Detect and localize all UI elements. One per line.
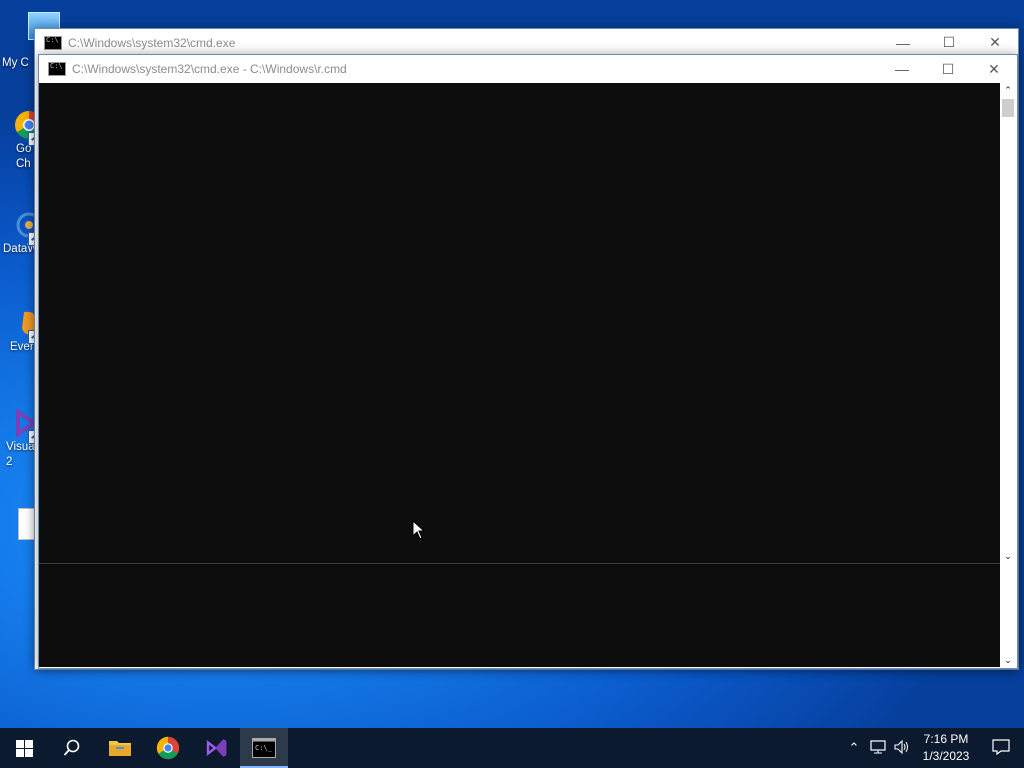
taskbar: C:\_ ⌃ 7:16 PM 1/3/2023 [0,728,1024,768]
search-button[interactable] [48,728,96,768]
svg-text:C:\_: C:\_ [255,744,273,752]
scroll-down-arrow-icon[interactable]: ⌄ [1000,653,1016,667]
scroll-thumb[interactable] [1002,99,1014,117]
folder-icon [109,741,131,756]
cmd-window-front[interactable]: C:\Windows\system32\cmd.exe - C:\Windows… [38,54,1018,669]
cmd-icon: C:\_ [252,738,276,758]
minimize-button[interactable]: — [879,56,925,83]
clock[interactable]: 7:16 PM 1/3/2023 [914,731,978,765]
maximize-icon: ☐ [941,60,955,77]
volume-icon[interactable] [890,739,914,757]
start-button[interactable] [0,728,48,768]
minimize-icon: — [896,34,910,51]
maximize-button[interactable]: ☐ [926,29,972,56]
chevron-up-icon[interactable]: ⌃ [842,740,866,756]
scroll-down-arrow-icon[interactable]: ⌄ [1000,549,1016,563]
taskbar-chrome[interactable] [144,728,192,768]
chrome-icon [156,736,180,760]
windows-logo-icon [15,739,33,757]
minimize-icon: — [895,61,909,77]
desktop: { "desktop": { "icons": [ {"label": "My … [0,0,1024,768]
cmd-icon [44,35,62,50]
close-icon: ✕ [988,60,1000,77]
close-button[interactable]: ✕ [971,56,1017,83]
minimize-button[interactable]: — [880,29,926,56]
close-button[interactable]: ✕ [972,29,1018,56]
mouse-cursor-icon [412,519,426,543]
console-output-area[interactable] [39,83,1000,563]
clock-time: 7:16 PM [923,732,969,746]
search-icon [63,739,80,756]
clock-date: 1/3/2023 [922,749,970,763]
window-title: C:\Windows\system32\cmd.exe [68,35,236,50]
maximize-button[interactable]: ☐ [925,56,971,83]
taskbar-visual-studio[interactable] [192,728,240,768]
window-title: C:\Windows\system32\cmd.exe - C:\Windows… [72,62,347,76]
maximize-icon: ☐ [942,34,956,50]
close-icon: ✕ [989,34,1001,50]
titlebar[interactable]: C:\Windows\system32\cmd.exe - C:\Windows… [39,55,1017,83]
network-icon[interactable] [866,739,890,757]
notification-icon[interactable] [978,738,1024,758]
system-tray: ⌃ 7:16 PM 1/3/2023 [842,728,1024,768]
cmd-icon [48,62,66,76]
titlebar[interactable]: C:\Windows\system32\cmd.exe — ☐ ✕ [35,29,1018,56]
taskbar-command-prompt[interactable]: C:\_ [240,728,288,768]
console-lower-pane[interactable] [39,564,1000,667]
taskbar-file-explorer[interactable] [96,728,144,768]
visual-studio-icon [206,739,227,757]
scroll-up-arrow-icon[interactable]: ⌃ [1000,83,1016,97]
vertical-scrollbar-lower[interactable]: ⌄ [1000,564,1016,667]
vertical-scrollbar[interactable]: ⌃ ⌄ [1000,83,1016,563]
